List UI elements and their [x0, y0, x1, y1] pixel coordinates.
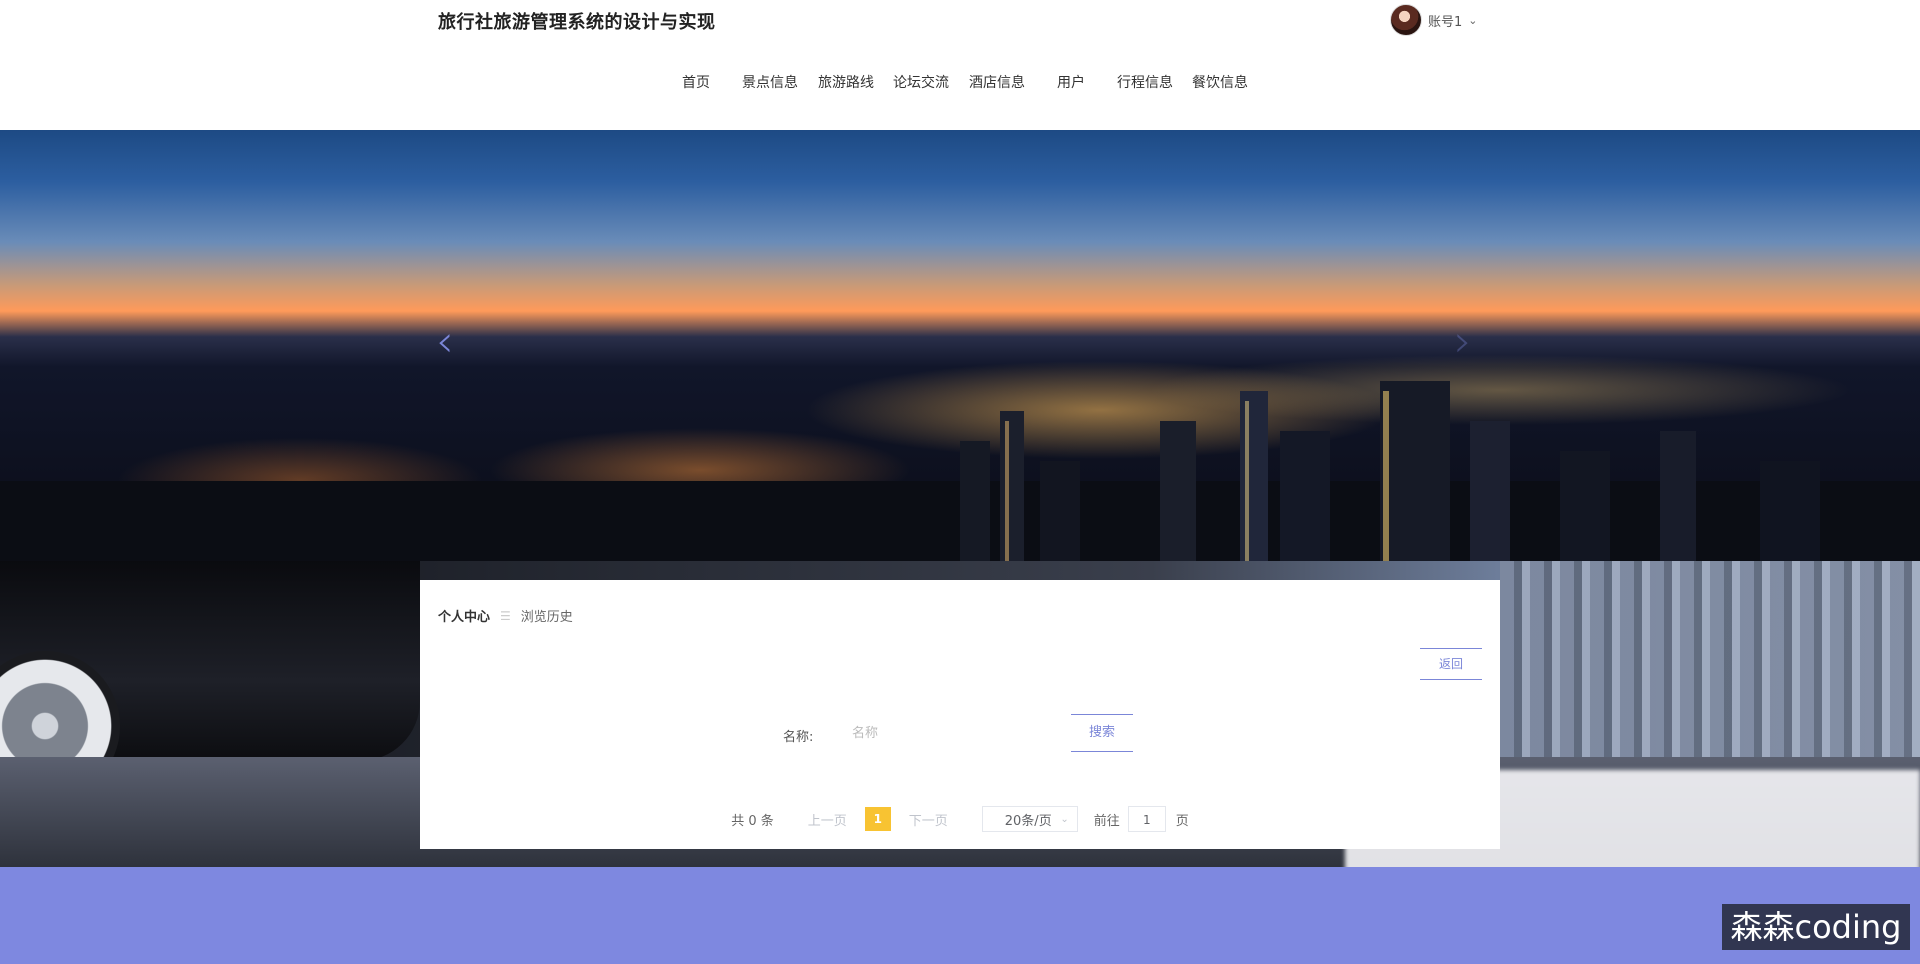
account-name[interactable]: 账号1: [1428, 11, 1462, 30]
nav-item-routes[interactable]: 旅游路线: [818, 72, 874, 92]
avatar[interactable]: [1390, 4, 1422, 36]
nav-item-hotels[interactable]: 酒店信息: [969, 72, 1025, 92]
search-name-label: 名称:: [783, 730, 814, 745]
nav-item-forum[interactable]: 论坛交流: [893, 72, 949, 92]
search-name-input[interactable]: [840, 716, 1040, 750]
pagination-page-current[interactable]: 1: [864, 807, 891, 831]
pagination-goto-suffix: 页: [1175, 813, 1189, 829]
carousel-next-arrow-icon[interactable]: ›: [1454, 320, 1472, 364]
nav-item-attractions[interactable]: 景点信息: [742, 72, 798, 92]
breadcrumb-separator-icon: ☰: [500, 608, 511, 623]
chevron-down-icon[interactable]: ⌄: [1468, 14, 1477, 27]
carousel-prev-arrow-icon[interactable]: ‹: [436, 320, 454, 364]
pagination-goto-input[interactable]: 1: [1127, 806, 1166, 832]
nav-item-users[interactable]: 用户: [1057, 72, 1085, 92]
breadcrumb: 个人中心 ☰ 浏览历史: [438, 606, 573, 626]
pagination-goto-label: 前往: [1093, 813, 1120, 829]
account-menu[interactable]: 账号1 ⌄: [1390, 4, 1478, 36]
chevron-down-icon: ⌄: [1060, 813, 1069, 825]
back-button[interactable]: 返回: [1420, 648, 1482, 680]
nav-item-itinerary[interactable]: 行程信息: [1117, 72, 1173, 92]
history-card: 个人中心 ☰ 浏览历史 返回 名称: 搜索 共 0 条 上一页 1 下一页 20…: [420, 580, 1500, 849]
search-button[interactable]: 搜索: [1071, 714, 1133, 752]
breadcrumb-home[interactable]: 个人中心: [438, 606, 490, 625]
site-footer: [0, 867, 1920, 964]
banner-carousel[interactable]: ‹ ›: [0, 130, 1920, 561]
pagination-total: 共 0 条: [731, 813, 774, 829]
watermark: 森森coding: [1722, 904, 1910, 950]
pagination-page-size-select[interactable]: 20条/页 ⌄: [981, 806, 1078, 832]
site-title: 旅行社旅游管理系统的设计与实现: [438, 12, 716, 33]
breadcrumb-current: 浏览历史: [520, 610, 573, 625]
pagination: 共 0 条 上一页 1 下一页 20条/页 ⌄ 前往 1 页: [420, 806, 1500, 832]
site-header: 旅行社旅游管理系统的设计与实现 账号1 ⌄ 首页 景点信息 旅游路线 论坛交流 …: [0, 0, 1920, 130]
background-buildings: [1500, 561, 1920, 771]
nav-item-dining[interactable]: 餐饮信息: [1192, 72, 1248, 92]
pagination-page-size-value: 20条/页: [1004, 813, 1052, 829]
pagination-prev-button[interactable]: 上一页: [808, 810, 847, 829]
banner-skyline: [0, 381, 1920, 561]
pagination-next-button[interactable]: 下一页: [909, 810, 948, 829]
nav-item-home[interactable]: 首页: [682, 72, 710, 92]
